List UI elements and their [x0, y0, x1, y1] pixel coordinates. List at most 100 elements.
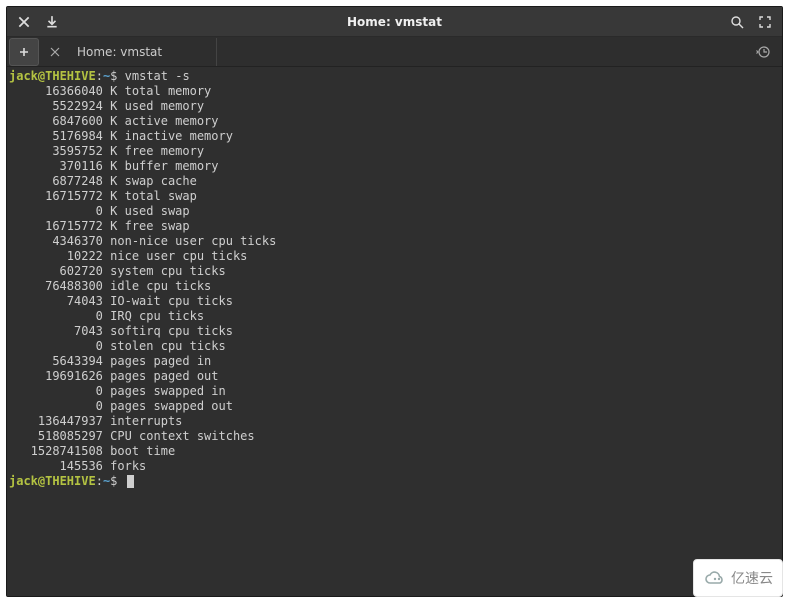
output-label: pages paged in — [110, 354, 211, 368]
output-value: 0 — [9, 204, 103, 219]
output-row: 0 IRQ cpu ticks — [9, 309, 780, 324]
cloud-icon — [703, 570, 727, 586]
output-value: 5522924 — [9, 99, 103, 114]
terminal-output[interactable]: jack@THEHIVE:~$ vmstat -s16366040 K tota… — [7, 67, 782, 596]
output-row: 6847600 K active memory — [9, 114, 780, 129]
close-tab-button[interactable] — [43, 38, 67, 66]
output-value: 16366040 — [9, 84, 103, 99]
output-row: 74043 IO-wait cpu ticks — [9, 294, 780, 309]
prompt-symbol: $ — [110, 474, 117, 488]
close-icon[interactable] — [17, 15, 31, 29]
output-value: 0 — [9, 309, 103, 324]
output-label: CPU context switches — [110, 429, 255, 443]
output-value: 5643394 — [9, 354, 103, 369]
output-label: softirq cpu ticks — [110, 324, 233, 338]
vmstat-output: 16366040 K total memory5522924 K used me… — [9, 84, 780, 474]
output-label: K free swap — [110, 219, 189, 233]
titlebar-right-controls — [730, 15, 782, 29]
output-label: IRQ cpu ticks — [110, 309, 204, 323]
prompt-symbol: $ — [110, 69, 117, 83]
download-icon[interactable] — [45, 15, 59, 29]
output-row: 518085297 CPU context switches — [9, 429, 780, 444]
output-label: K swap cache — [110, 174, 197, 188]
output-label: interrupts — [110, 414, 182, 428]
output-value: 136447937 — [9, 414, 103, 429]
command-text: vmstat -s — [125, 69, 190, 83]
prompt-user: jack@THEHIVE — [9, 474, 96, 488]
output-value: 10222 — [9, 249, 103, 264]
output-label: K buffer memory — [110, 159, 218, 173]
output-value: 370116 — [9, 159, 103, 174]
prompt-line-idle: jack@THEHIVE:~$ — [9, 474, 780, 489]
output-value: 19691626 — [9, 369, 103, 384]
titlebar: Home: vmstat — [7, 7, 782, 37]
output-row: 0 K used swap — [9, 204, 780, 219]
output-label: pages swapped in — [110, 384, 226, 398]
output-value: 1528741508 — [9, 444, 103, 459]
prompt-separator: : — [96, 69, 103, 83]
output-value: 16715772 — [9, 219, 103, 234]
output-row: 5522924 K used memory — [9, 99, 780, 114]
output-row: 5176984 K inactive memory — [9, 129, 780, 144]
output-value: 145536 — [9, 459, 103, 474]
output-row: 16715772 K total swap — [9, 189, 780, 204]
cursor-block — [127, 475, 134, 488]
prompt-line: jack@THEHIVE:~$ vmstat -s — [9, 69, 780, 84]
output-value: 0 — [9, 399, 103, 414]
output-value: 518085297 — [9, 429, 103, 444]
watermark-text: 亿速云 — [731, 568, 773, 588]
output-label: pages paged out — [110, 369, 218, 383]
output-label: pages swapped out — [110, 399, 233, 413]
output-value: 6847600 — [9, 114, 103, 129]
output-value: 76488300 — [9, 279, 103, 294]
output-row: 76488300 idle cpu ticks — [9, 279, 780, 294]
window-title: Home: vmstat — [59, 15, 730, 29]
output-value: 0 — [9, 384, 103, 399]
tab-active[interactable]: Home: vmstat — [67, 38, 217, 66]
fullscreen-icon[interactable] — [758, 15, 772, 29]
output-label: non-nice user cpu ticks — [110, 234, 276, 248]
output-label: IO-wait cpu ticks — [110, 294, 233, 308]
output-value: 602720 — [9, 264, 103, 279]
output-value: 0 — [9, 339, 103, 354]
output-row: 370116 K buffer memory — [9, 159, 780, 174]
output-row: 145536 forks — [9, 459, 780, 474]
output-row: 0 pages swapped in — [9, 384, 780, 399]
output-value: 5176984 — [9, 129, 103, 144]
new-tab-button[interactable] — [9, 38, 39, 66]
output-row: 19691626 pages paged out — [9, 369, 780, 384]
output-label: system cpu ticks — [110, 264, 226, 278]
titlebar-left-controls — [7, 15, 59, 29]
tabbar: Home: vmstat — [7, 37, 782, 67]
output-value: 6877248 — [9, 174, 103, 189]
output-label: K free memory — [110, 144, 204, 158]
prompt-separator: : — [96, 474, 103, 488]
tab-label: Home: vmstat — [77, 45, 162, 59]
output-row: 1528741508 boot time — [9, 444, 780, 459]
output-row: 136447937 interrupts — [9, 414, 780, 429]
output-label: K inactive memory — [110, 129, 233, 143]
output-row: 5643394 pages paged in — [9, 354, 780, 369]
search-icon[interactable] — [730, 15, 744, 29]
output-label: K active memory — [110, 114, 218, 128]
terminal-window: Home: vmstat Home: vmstat jack@THEHIVE:~… — [6, 6, 783, 597]
output-row: 7043 softirq cpu ticks — [9, 324, 780, 339]
output-value: 3595752 — [9, 144, 103, 159]
prompt-user: jack@THEHIVE — [9, 69, 96, 83]
output-row: 602720 system cpu ticks — [9, 264, 780, 279]
output-value: 4346370 — [9, 234, 103, 249]
output-row: 4346370 non-nice user cpu ticks — [9, 234, 780, 249]
output-value: 74043 — [9, 294, 103, 309]
output-label: forks — [110, 459, 146, 473]
output-label: K used memory — [110, 99, 204, 113]
output-label: K total memory — [110, 84, 211, 98]
output-label: idle cpu ticks — [110, 279, 211, 293]
output-value: 7043 — [9, 324, 103, 339]
output-row: 16366040 K total memory — [9, 84, 780, 99]
watermark-badge: 亿速云 — [693, 559, 783, 597]
output-label: K total swap — [110, 189, 197, 203]
output-row: 6877248 K swap cache — [9, 174, 780, 189]
output-label: stolen cpu ticks — [110, 339, 226, 353]
history-button[interactable] — [748, 38, 778, 66]
output-label: K used swap — [110, 204, 189, 218]
